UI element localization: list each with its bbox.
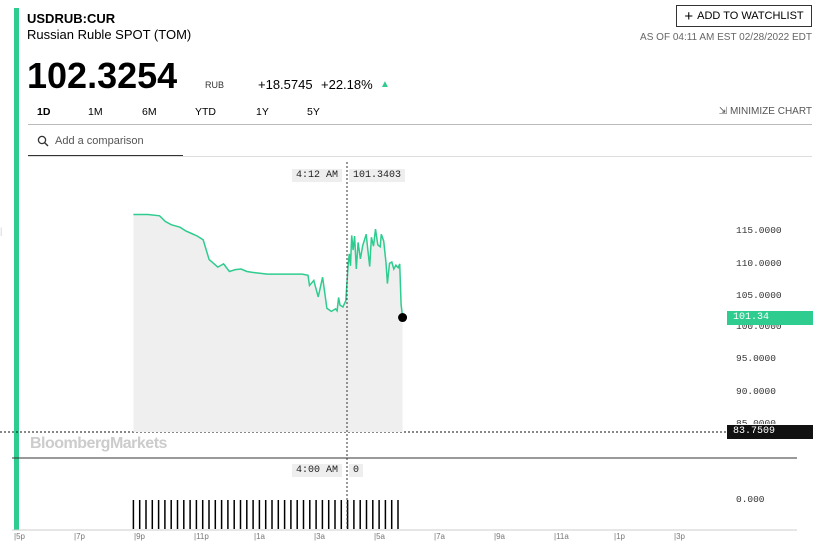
x-tick-label: |1a [254, 532, 265, 541]
y-tick-label: 105.0000 [736, 290, 782, 301]
y-tick-label: 95.0000 [736, 353, 776, 364]
up-arrow-icon: ▲ [380, 79, 390, 90]
price-change: +18.5745 [258, 77, 313, 92]
tab-1y[interactable]: 1Y [256, 106, 269, 118]
plus-icon: + [684, 7, 694, 25]
x-tick-label: |7a [434, 532, 445, 541]
volume-axis-label: 0.000 [736, 494, 765, 505]
hover-value: 101.3403 [349, 169, 406, 182]
watchlist-label: ADD TO WATCHLIST [697, 10, 804, 22]
y-tick-label: 90.0000 [736, 386, 776, 397]
minimize-icon: ⇲ [718, 106, 728, 117]
side-tick: | [0, 226, 3, 236]
tab-6m[interactable]: 6M [142, 106, 157, 118]
accent-bar [14, 8, 19, 530]
security-name: Russian Ruble SPOT (TOM) [27, 27, 192, 42]
tab-1m[interactable]: 1M [88, 106, 103, 118]
search-icon [37, 135, 49, 147]
last-point-marker [398, 313, 408, 323]
y-tick-label: 110.0000 [736, 258, 782, 269]
x-tick-label: |1p [614, 532, 625, 541]
price-line [133, 213, 404, 318]
x-tick-label: |5a [374, 532, 385, 541]
bloomberg-watermark: BloombergMarkets [30, 435, 167, 452]
x-tick-label: |11a [554, 532, 569, 541]
tab-ytd[interactable]: YTD [195, 106, 216, 118]
ticker-symbol: USDRUB:CUR [27, 11, 116, 26]
x-tick-label: |5p [14, 532, 25, 541]
hover-volume-time: 4:00 AM [292, 464, 343, 477]
last-price: 102.3254 [27, 55, 178, 96]
x-tick-label: |3a [314, 532, 325, 541]
previous-close-tag: 83.7509 [727, 425, 813, 439]
price-area [133, 214, 403, 432]
price-change-percent: +22.18% [321, 77, 373, 92]
x-tick-label: |7p [74, 532, 85, 541]
y-tick-label: 85.0000 [736, 418, 776, 424]
comparison-search [28, 125, 183, 156]
divider [28, 156, 812, 157]
y-tick-label: 115.0000 [736, 225, 782, 236]
add-to-watchlist-button[interactable]: + ADD TO WATCHLIST [676, 5, 812, 27]
as-of-timestamp: AS OF 04:11 AM EST 02/28/2022 EDT [640, 32, 812, 43]
hover-time: 4:12 AM [292, 169, 343, 182]
hover-volume-value: 0 [349, 464, 364, 477]
comparison-input[interactable] [53, 134, 182, 148]
price-unit: RUB [205, 80, 225, 90]
current-price-tag: 101.34 [727, 311, 813, 325]
minimize-label: MINIMIZE CHART [729, 106, 812, 117]
tab-1d[interactable]: 1D [37, 106, 50, 118]
x-tick-label: |9p [134, 532, 145, 541]
x-tick-label: |3p [674, 532, 685, 541]
minimize-chart-button[interactable]: ⇲ MINIMIZE CHART [719, 106, 812, 117]
tab-5y[interactable]: 5Y [307, 106, 320, 118]
x-tick-label: |11p [194, 532, 209, 541]
x-tick-label: |9a [494, 532, 505, 541]
